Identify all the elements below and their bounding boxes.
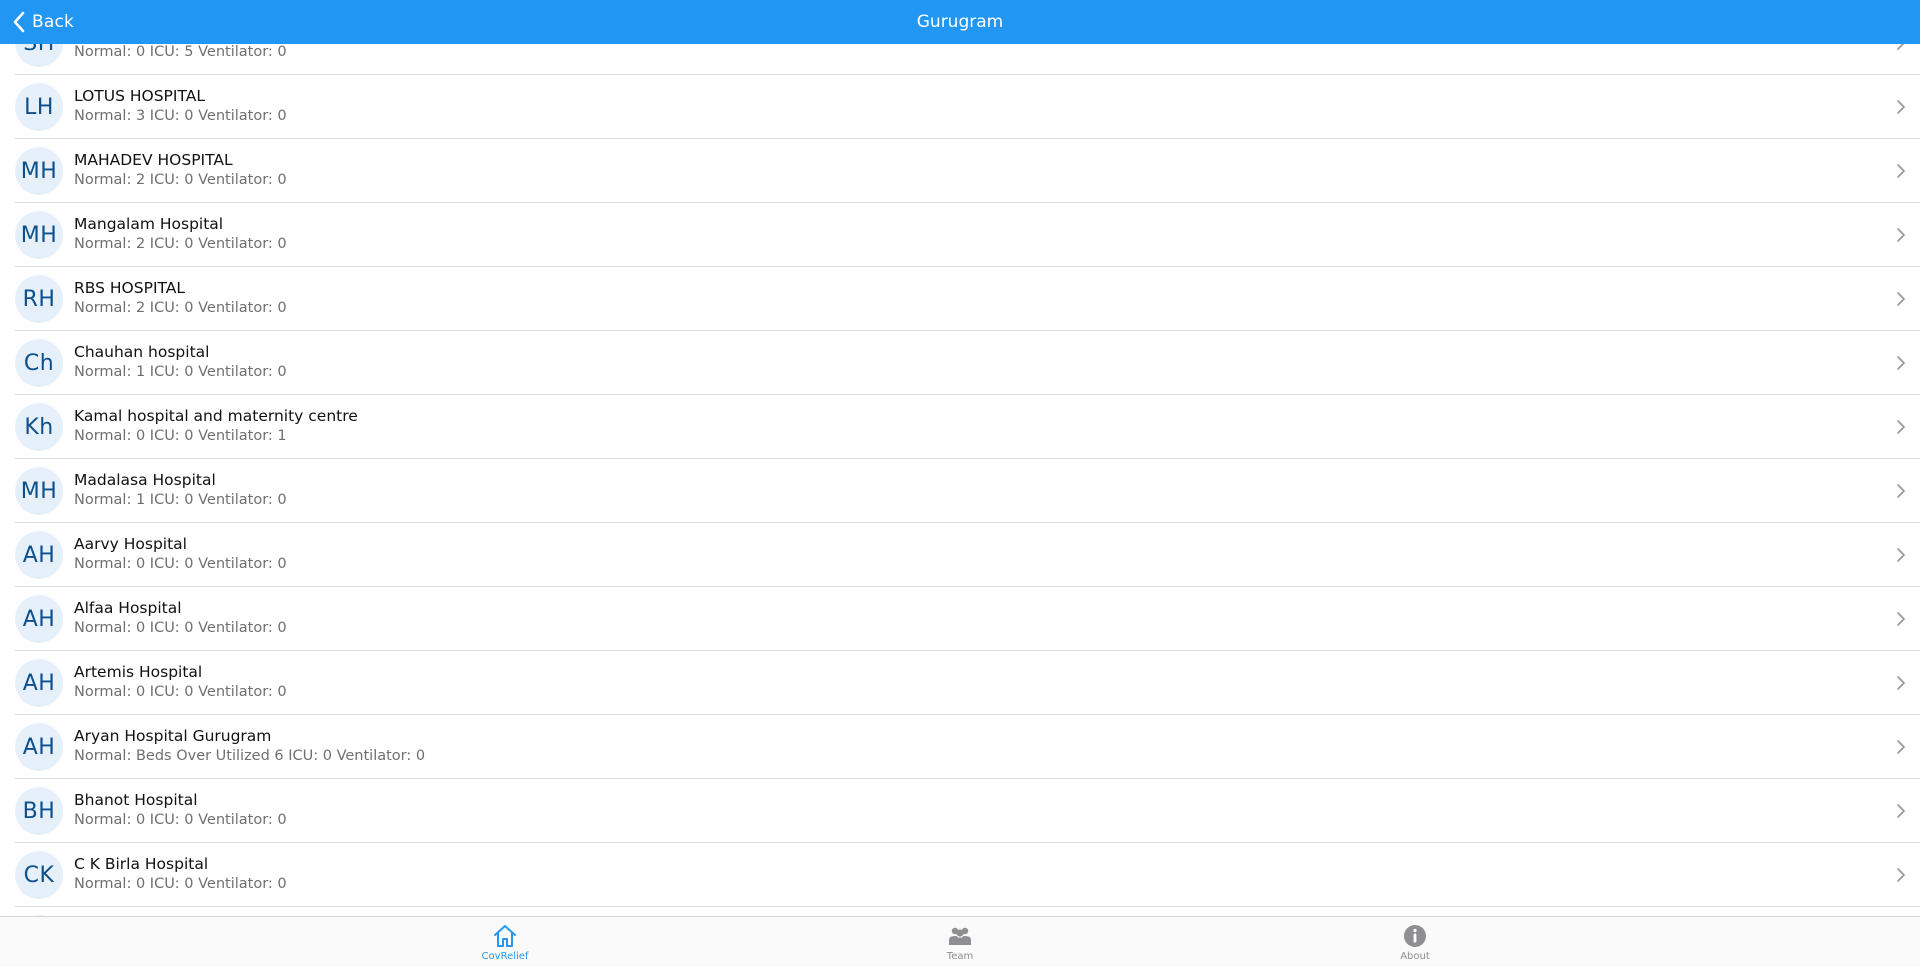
list-item[interactable]: AH Aarvy Hospital Normal: 0 ICU: 0 Ventila… (15, 523, 1920, 587)
list-item[interactable]: Ch Chauhan hospital Normal: 1 ICU: 0 Venti… (15, 331, 1920, 395)
list-item[interactable]: LH LOTUS HOSPITAL Normal: 3 ICU: 0 Ventila… (15, 75, 1920, 139)
hospital-stats: Normal: 0 ICU: 0 Ventilator: 0 (74, 876, 287, 892)
tab-about[interactable]: About (1345, 917, 1485, 967)
hospital-stats: Normal: 0 ICU: 0 Ventilator: 1 (74, 428, 287, 444)
list-item[interactable]: RH RBS HOSPITAL Normal: 2 ICU: 0 Ventilato… (15, 267, 1920, 331)
hospital-name: Artemis Hospital (74, 663, 203, 681)
team-icon (949, 927, 971, 945)
hospital-name: Alfaa Hospital (74, 599, 182, 617)
hospital-stats: Normal: 2 ICU: 0 Ventilator: 0 (74, 172, 287, 188)
chevron-right-icon (1897, 420, 1905, 434)
list-item[interactable]: AH Artemis Hospital Normal: 0 ICU: 0 Venti… (15, 651, 1920, 715)
hospital-name: Aarvy Hospital (74, 535, 187, 553)
hospital-stats: Normal: 0 ICU: 0 Ventilator: 0 (74, 556, 287, 572)
list-item[interactable]: MH Mangalam Hospital Normal: 2 ICU: 0 Vent… (15, 203, 1920, 267)
hospital-name: RBS HOSPITAL (74, 279, 186, 297)
list-item[interactable]: MH Madalasa Hospital Normal: 1 ICU: 0 Vent… (15, 459, 1920, 523)
list-item[interactable]: AH Aryan Hospital Gurugram Normal: Beds Ov… (15, 715, 1920, 779)
list-item[interactable]: CoCenter of Diabetes & Allied ScienceNor… (15, 907, 1920, 916)
hospital-stats: Normal: 1 ICU: 0 Ventilator: 0 (74, 364, 287, 380)
info-icon (1404, 925, 1426, 947)
tab-team[interactable]: Team (890, 917, 1030, 967)
chevron-right-icon (1897, 100, 1905, 114)
tab-covrelief[interactable]: CovRelief (435, 917, 575, 967)
avatar: LH (15, 83, 63, 131)
avatar: Ch (15, 339, 63, 387)
hospital-list: SH Normal: 0 ICU: 5 Ventilator: 0 LH LOTU… (0, 44, 1920, 916)
list-item[interactable]: SH Normal: 0 ICU: 5 Ventilator: 0 (15, 44, 1920, 75)
avatar: SH (15, 44, 63, 67)
chevron-right-icon (1897, 356, 1905, 370)
avatar: AH (15, 723, 63, 771)
avatar: CK (15, 851, 63, 899)
chevron-right-icon (1897, 164, 1905, 178)
hospital-name: Madalasa Hospital (74, 471, 216, 489)
chevron-right-icon (1897, 612, 1905, 626)
hospital-name: Aryan Hospital Gurugram (74, 727, 272, 745)
hospital-name: MAHADEV HOSPITAL (74, 151, 233, 169)
list-item[interactable]: Kh Kamal hospital and maternity centre Nor… (15, 395, 1920, 459)
avatar: BH (15, 787, 63, 835)
hospital-stats: Normal: 0 ICU: 0 Ventilator: 0 (74, 812, 287, 828)
hospital-stats: Normal: 3 ICU: 0 Ventilator: 0 (74, 108, 287, 124)
hospital-name: Bhanot Hospital (74, 791, 198, 809)
avatar: AH (15, 595, 63, 643)
back-button[interactable]: Back (12, 0, 74, 44)
hospital-name: LOTUS HOSPITAL (74, 87, 205, 105)
page-title: Gurugram (916, 12, 1004, 32)
back-label: Back (32, 12, 75, 32)
tab-bar: CovRelief Team About (0, 916, 1920, 967)
list-item[interactable]: BH Bhanot Hospital Normal: 0 ICU: 0 Ventil… (15, 779, 1920, 843)
chevron-right-icon (1897, 548, 1905, 562)
list-item[interactable]: AH Alfaa Hospital Normal: 0 ICU: 0 Ventila… (15, 587, 1920, 651)
navbar: Back Gurugram (0, 0, 1920, 44)
avatar: RH (15, 275, 63, 323)
avatar: MH (15, 147, 63, 195)
chevron-right-icon (1897, 740, 1905, 754)
chevron-right-icon (1897, 804, 1905, 818)
avatar: Kh (15, 403, 63, 451)
hospital-stats: Normal: 2 ICU: 0 Ventilator: 0 (74, 300, 287, 316)
avatar: AH (15, 659, 63, 707)
chevron-right-icon (1897, 484, 1905, 498)
list-item[interactable]: MH MAHADEV HOSPITAL Normal: 2 ICU: 0 Venti… (15, 139, 1920, 203)
hospital-stats: Normal: 0 ICU: 5 Ventilator: 0 (74, 44, 287, 60)
hospital-stats: Normal: 0 ICU: 0 Ventilator: 0 (74, 684, 287, 700)
chevron-right-icon (1897, 676, 1905, 690)
chevron-right-icon (1897, 292, 1905, 306)
tab-label: About (1400, 951, 1430, 962)
chevron-right-icon (1897, 44, 1905, 50)
list-item[interactable]: CK C K Birla Hospital Normal: 0 ICU: 0 Ven… (15, 843, 1920, 907)
tab-label: Team (946, 951, 974, 962)
hospital-name: Kamal hospital and maternity centre (74, 407, 358, 425)
chevron-right-icon (1897, 228, 1905, 242)
hospital-stats: Normal: 0 ICU: 0 Ventilator: 0 (74, 620, 287, 636)
hospital-name: C K Birla Hospital (74, 855, 209, 873)
hospital-stats: Normal: Beds Over Utilized 6 ICU: 0 Vent… (74, 748, 426, 764)
chevron-right-icon (1897, 868, 1905, 882)
hospital-name: Chauhan hospital (74, 343, 210, 361)
hospital-list-viewport[interactable]: SH Normal: 0 ICU: 5 Ventilator: 0 LH LOTU… (0, 44, 1920, 916)
chevron-left-icon (13, 11, 25, 33)
hospital-stats: Normal: 2 ICU: 0 Ventilator: 0 (74, 236, 287, 252)
tab-label: CovRelief (481, 951, 529, 962)
avatar: MH (15, 211, 63, 259)
avatar: MH (15, 467, 63, 515)
avatar: AH (15, 531, 63, 579)
hospital-stats: Normal: 1 ICU: 0 Ventilator: 0 (74, 492, 287, 508)
hospital-name: Mangalam Hospital (74, 215, 224, 233)
home-icon (494, 925, 516, 947)
